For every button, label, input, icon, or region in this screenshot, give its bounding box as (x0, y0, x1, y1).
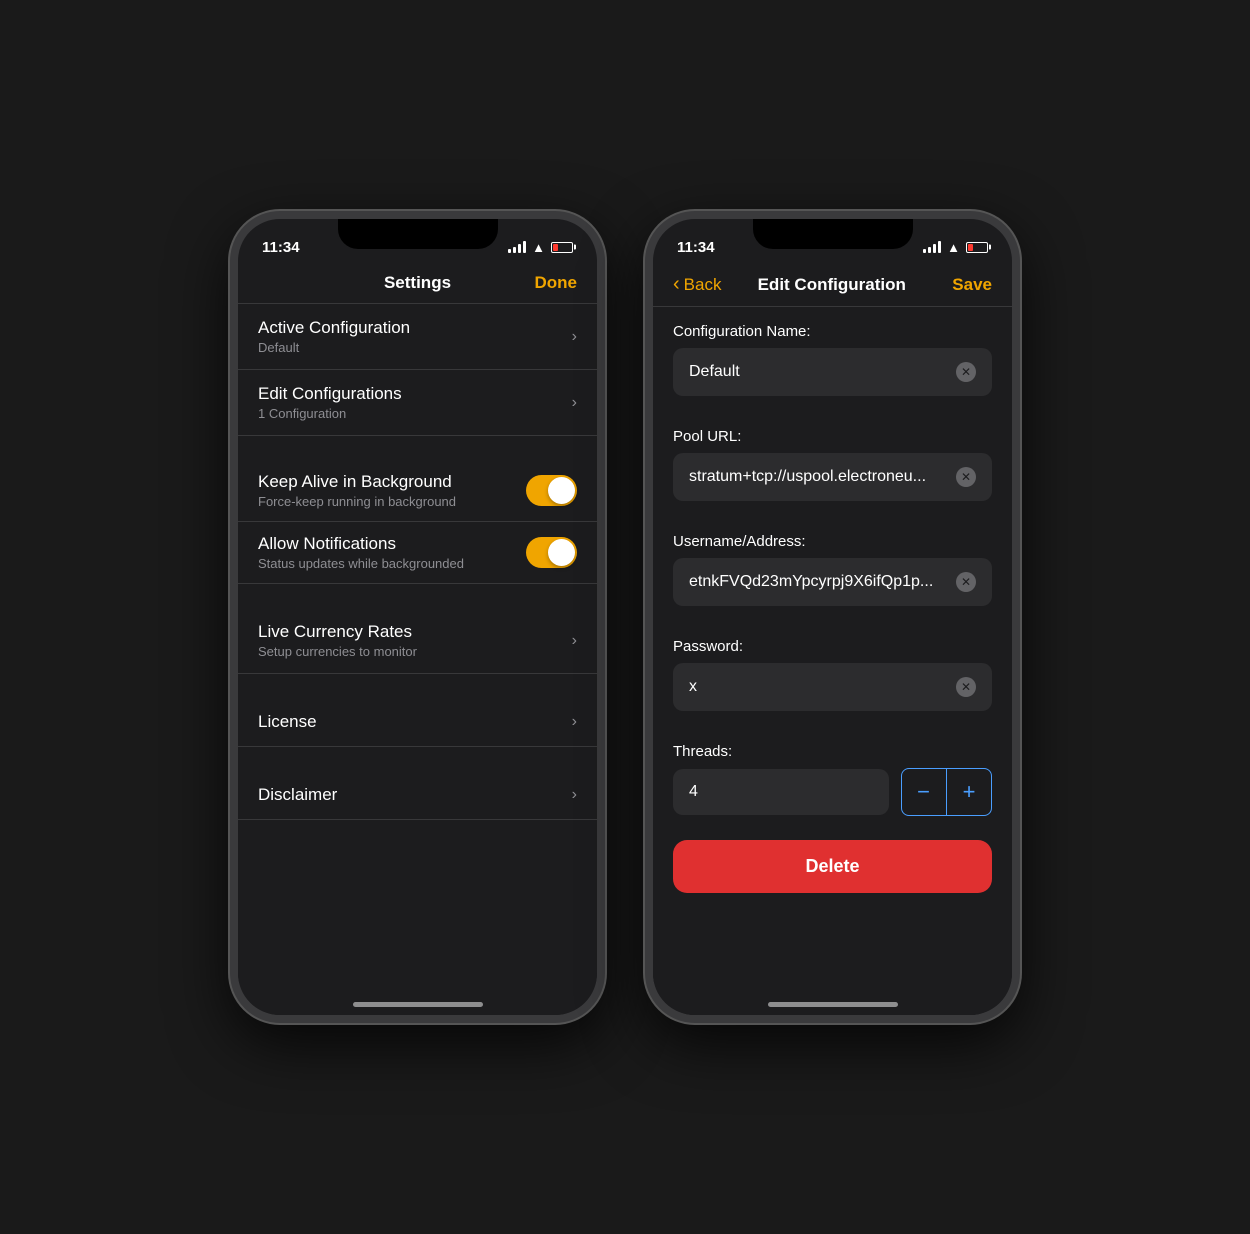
disclaimer-item[interactable]: Disclaimer › (238, 771, 597, 820)
notch (338, 219, 498, 249)
username-input[interactable]: etnkFVQd23mYpcyrpj9X6ifQp1p... ✕ (673, 558, 992, 606)
chevron-icon: › (572, 328, 577, 346)
settings-screen: Settings Done Active Configuration Defau… (238, 263, 597, 1015)
allow-notifications-toggle-item: Allow Notifications Status updates while… (238, 522, 597, 584)
edit-configs-subtitle: 1 Configuration (258, 406, 564, 421)
password-clear-button[interactable]: ✕ (956, 677, 976, 697)
edit-config-screen: ‹ Back Edit Configuration Save Configura… (653, 263, 1012, 1015)
license-item[interactable]: License › (238, 698, 597, 747)
status-icons: ▲ (923, 240, 988, 255)
chevron-icon: › (572, 713, 577, 731)
time-display: 11:34 (262, 239, 300, 256)
password-input[interactable]: x ✕ (673, 663, 992, 711)
time-display: 11:34 (677, 239, 715, 256)
edit-configurations-item[interactable]: Edit Configurations 1 Configuration › (238, 370, 597, 436)
chevron-icon: › (572, 394, 577, 412)
pool-url-value: stratum+tcp://uspool.electroneu... (689, 468, 956, 486)
home-indicator (353, 1002, 483, 1007)
disclaimer-title: Disclaimer (258, 785, 564, 805)
threads-input[interactable]: 4 (673, 769, 889, 815)
password-label: Password: (673, 638, 992, 655)
settings-list: Active Configuration Default › Edit Conf… (238, 304, 597, 820)
config-name-section: Configuration Name: Default ✕ (653, 307, 1012, 396)
config-name-value: Default (689, 363, 956, 381)
save-button[interactable]: Save (942, 275, 992, 295)
wifi-icon: ▲ (532, 240, 545, 255)
phone-settings: 11:34 ▲ Settings Done (230, 211, 605, 1023)
allow-notifications-title: Allow Notifications (258, 534, 526, 554)
live-currency-subtitle: Setup currencies to monitor (258, 644, 564, 659)
signal-icon (508, 241, 526, 253)
threads-value: 4 (689, 783, 698, 800)
pool-url-input[interactable]: stratum+tcp://uspool.electroneu... ✕ (673, 453, 992, 501)
password-value: x (689, 678, 956, 696)
threads-increment-button[interactable]: + (947, 769, 991, 815)
username-section: Username/Address: etnkFVQd23mYpcyrpj9X6i… (653, 517, 1012, 606)
threads-stepper: − + (901, 768, 993, 816)
edit-config-form: Configuration Name: Default ✕ Pool URL: … (653, 307, 1012, 1015)
keep-alive-toggle-item: Keep Alive in Background Force-keep runn… (238, 460, 597, 522)
back-chevron-icon: ‹ (673, 273, 680, 296)
active-configuration-item[interactable]: Active Configuration Default › (238, 304, 597, 370)
chevron-icon: › (572, 786, 577, 804)
back-button[interactable]: ‹ Back (673, 273, 721, 296)
live-currency-title: Live Currency Rates (258, 622, 564, 642)
threads-decrement-button[interactable]: − (902, 769, 946, 815)
notch (753, 219, 913, 249)
signal-icon (923, 241, 941, 253)
threads-label: Threads: (673, 743, 992, 760)
pool-url-label: Pool URL: (673, 428, 992, 445)
delete-button[interactable]: Delete (673, 840, 992, 893)
keep-alive-title: Keep Alive in Background (258, 472, 526, 492)
edit-config-nav-title: Edit Configuration (758, 275, 906, 295)
delete-btn-label: Delete (805, 856, 859, 876)
license-title: License (258, 712, 564, 732)
allow-notifications-toggle[interactable] (526, 537, 577, 568)
allow-notifications-subtitle: Status updates while backgrounded (258, 556, 526, 571)
back-label: Back (684, 275, 722, 295)
username-clear-button[interactable]: ✕ (956, 572, 976, 592)
config-name-input[interactable]: Default ✕ (673, 348, 992, 396)
active-config-title: Active Configuration (258, 318, 564, 338)
username-label: Username/Address: (673, 533, 992, 550)
config-name-label: Configuration Name: (673, 323, 992, 340)
chevron-icon: › (572, 632, 577, 650)
live-currency-rates-item[interactable]: Live Currency Rates Setup currencies to … (238, 608, 597, 674)
home-indicator (768, 1002, 898, 1007)
keep-alive-toggle[interactable] (526, 475, 577, 506)
phone-edit-config: 11:34 ▲ ‹ Back Edit Configuration Save (645, 211, 1020, 1023)
threads-section: Threads: (653, 727, 1012, 760)
status-icons: ▲ (508, 240, 573, 255)
settings-nav-bar: Settings Done (238, 263, 597, 304)
pool-url-section: Pool URL: stratum+tcp://uspool.electrone… (653, 412, 1012, 501)
battery-icon (551, 242, 573, 253)
username-value: etnkFVQd23mYpcyrpj9X6ifQp1p... (689, 573, 956, 591)
password-section: Password: x ✕ (653, 622, 1012, 711)
battery-icon (966, 242, 988, 253)
config-name-clear-button[interactable]: ✕ (956, 362, 976, 382)
wifi-icon: ▲ (947, 240, 960, 255)
threads-row: 4 − + (653, 768, 1012, 816)
settings-nav-title: Settings (384, 273, 451, 293)
edit-config-nav-bar: ‹ Back Edit Configuration Save (653, 263, 1012, 307)
done-button[interactable]: Done (527, 273, 577, 293)
pool-url-clear-button[interactable]: ✕ (956, 467, 976, 487)
edit-configs-title: Edit Configurations (258, 384, 564, 404)
active-config-subtitle: Default (258, 340, 564, 355)
keep-alive-subtitle: Force-keep running in background (258, 494, 526, 509)
